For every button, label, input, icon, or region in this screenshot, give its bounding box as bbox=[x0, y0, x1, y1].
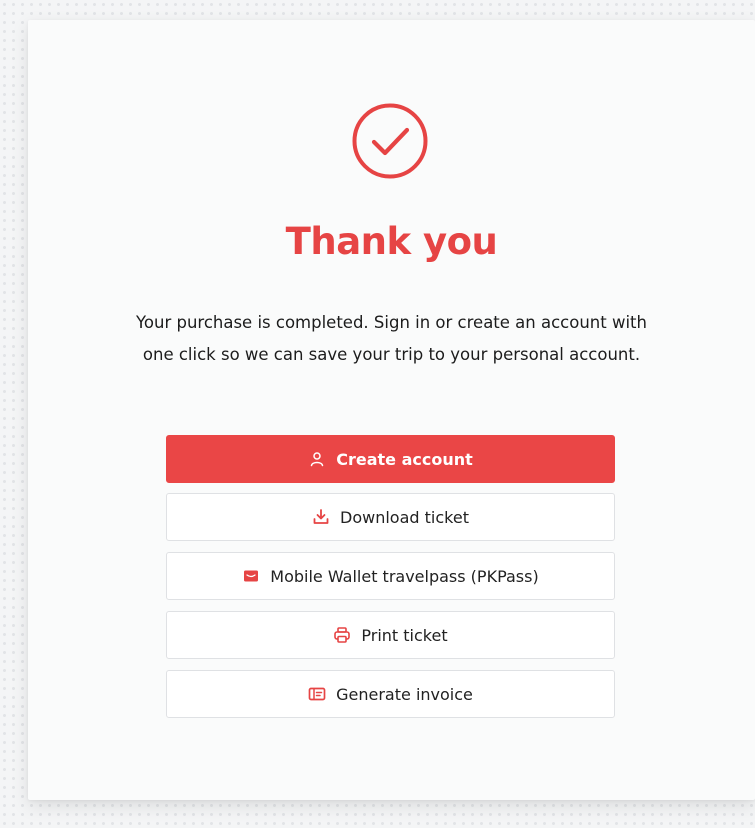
page-title: Thank you bbox=[285, 220, 498, 263]
check-circle-icon bbox=[352, 103, 428, 179]
download-icon bbox=[312, 508, 330, 526]
user-icon bbox=[308, 450, 326, 468]
generate-invoice-label: Generate invoice bbox=[336, 684, 473, 704]
printer-icon bbox=[333, 626, 351, 644]
confirmation-card: Thank you Your purchase is completed. Si… bbox=[28, 20, 755, 800]
wallet-icon bbox=[242, 567, 260, 585]
download-ticket-button[interactable]: Download ticket bbox=[166, 493, 615, 541]
print-ticket-label: Print ticket bbox=[361, 625, 448, 645]
create-account-button[interactable]: Create account bbox=[166, 435, 615, 483]
create-account-label: Create account bbox=[336, 449, 473, 469]
mobile-wallet-button[interactable]: Mobile Wallet travelpass (PKPass) bbox=[166, 552, 615, 600]
invoice-icon bbox=[308, 685, 326, 703]
download-ticket-label: Download ticket bbox=[340, 507, 469, 527]
generate-invoice-button[interactable]: Generate invoice bbox=[166, 670, 615, 718]
action-list: Create account Download ticket Mobile Wa… bbox=[166, 435, 615, 729]
mobile-wallet-label: Mobile Wallet travelpass (PKPass) bbox=[270, 566, 539, 586]
confirmation-message: Your purchase is completed. Sign in or c… bbox=[136, 313, 647, 364]
print-ticket-button[interactable]: Print ticket bbox=[166, 611, 615, 659]
